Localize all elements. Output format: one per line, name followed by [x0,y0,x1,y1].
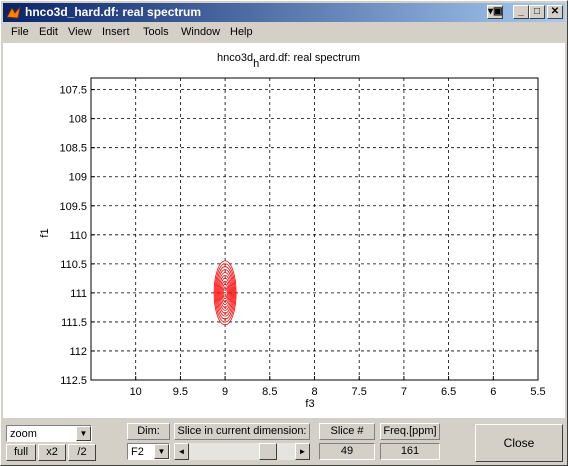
dim-label: Dim: [127,423,170,440]
chevron-down-icon[interactable]: ▼ [154,444,169,459]
x-tick-label: 6.5 [441,386,456,398]
menu-edit[interactable]: Edit [39,26,58,38]
dock-button[interactable]: ▾▣ [487,5,503,19]
x-axis-label: f3 [305,398,314,410]
y-tick-label: 108.5 [59,143,87,155]
y-tick-label: 112.5 [60,375,87,387]
slice-number-value: 49 [319,443,375,460]
menu-bar: File Edit View Insert Tools Window Help [3,23,565,42]
y-tick-label: 110 [69,230,87,242]
x-tick-label: 8 [311,386,317,398]
menu-window[interactable]: Window [181,26,220,38]
zoom-select-value: zoom [10,428,37,440]
zoom-x2-button[interactable]: x2 [38,444,66,461]
grid [91,78,538,380]
matlab-icon [6,5,21,19]
scroll-left-button[interactable]: ◄ [174,443,189,460]
zoom-div2-button[interactable]: /2 [68,444,96,461]
x-tick-label: 9 [222,386,228,398]
zoom-select[interactable]: zoom ▼ [6,425,92,442]
x-tick-label: 10 [130,386,142,398]
close-button[interactable]: Close [475,424,563,462]
spectrum-plot[interactable]: hnco3dhard.df: real spectrum 10 9.5 9 8.5 8 7… [3,43,565,418]
y-tick-label: 112 [69,346,87,358]
window-title: hnco3d_hard.df: real spectrum [25,5,202,19]
close-window-button[interactable]: ✕ [547,5,563,19]
y-tick-label: 110.5 [60,259,87,271]
dim-select-value: F2 [131,446,144,458]
y-tick-label: 109.5 [59,201,87,213]
full-button[interactable]: full [6,444,36,461]
x-tick-label: 5.5 [530,386,545,398]
menu-file[interactable]: File [11,26,29,38]
y-axis-label: f1 [39,228,51,237]
x-tick-label: 8.5 [262,386,277,398]
y-tick-label: 111 [70,288,87,300]
x-tick-label: 7.5 [352,386,367,398]
y-tick-label: 108 [69,114,87,126]
y-tick-label: 109 [69,172,87,184]
x-tick-label: 9.5 [173,386,188,398]
x-tick-label: 7 [401,386,407,398]
scroll-thumb[interactable] [259,443,277,460]
dim-select[interactable]: F2 ▼ [127,443,170,460]
y-tick-label: 111.5 [61,317,87,329]
minimize-button[interactable]: _ [513,5,529,19]
menu-view[interactable]: View [68,26,92,38]
maximize-button[interactable]: □ [529,5,545,19]
freq-label: Freq.[ppm] [380,423,440,440]
x-tick-label: 6 [490,386,496,398]
figure-window: hnco3d_hard.df: real spectrum ▾▣ _ □ ✕ F… [0,0,568,466]
slice-label: Slice in current dimension: [174,423,310,440]
menu-help[interactable]: Help [230,26,253,38]
scroll-right-button[interactable]: ► [295,443,310,460]
chevron-down-icon[interactable]: ▼ [76,426,91,441]
menu-tools[interactable]: Tools [143,26,169,38]
y-tick-label: 107.5 [59,85,87,97]
plot-area: hnco3dhard.df: real spectrum 10 9.5 9 8.5 8 7… [3,43,565,418]
freq-value: 161 [380,443,440,460]
slice-scrollbar[interactable]: ◄ ► [174,443,310,460]
plot-title: hnco3dhard.df: real spectrum [217,52,360,70]
menu-insert[interactable]: Insert [102,26,130,38]
control-panel: zoom ▼ full x2 /2 Dim: F2 ▼ Slice in cur… [3,419,565,465]
title-bar[interactable]: hnco3d_hard.df: real spectrum ▾▣ _ □ ✕ [3,3,565,22]
slice-number-label: Slice # [319,423,375,440]
